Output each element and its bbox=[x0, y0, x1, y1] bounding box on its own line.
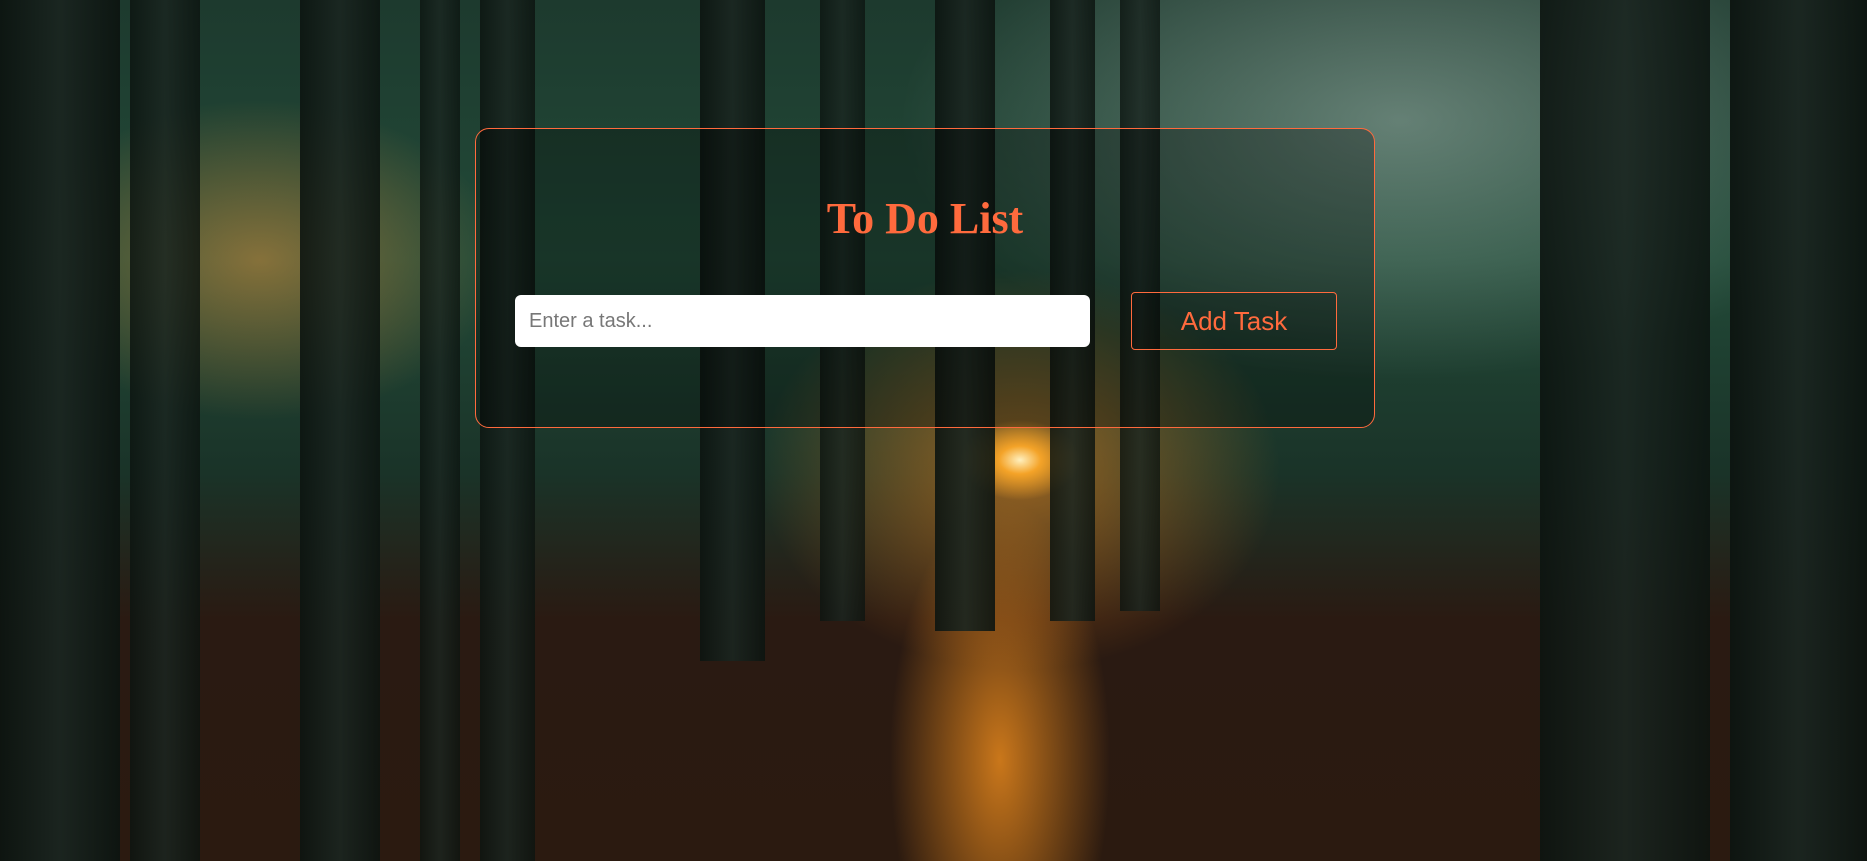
tree-trunk bbox=[300, 0, 380, 861]
tree-trunk bbox=[0, 0, 120, 861]
todo-card: To Do List Add Task bbox=[475, 128, 1375, 428]
tree-trunk bbox=[130, 0, 200, 861]
tree-trunk bbox=[1540, 0, 1710, 861]
add-task-button[interactable]: Add Task bbox=[1131, 292, 1337, 350]
task-input[interactable] bbox=[515, 295, 1090, 347]
page-title: To Do List bbox=[826, 194, 1024, 243]
tree-trunk bbox=[420, 0, 460, 861]
tree-trunk bbox=[1730, 0, 1867, 861]
